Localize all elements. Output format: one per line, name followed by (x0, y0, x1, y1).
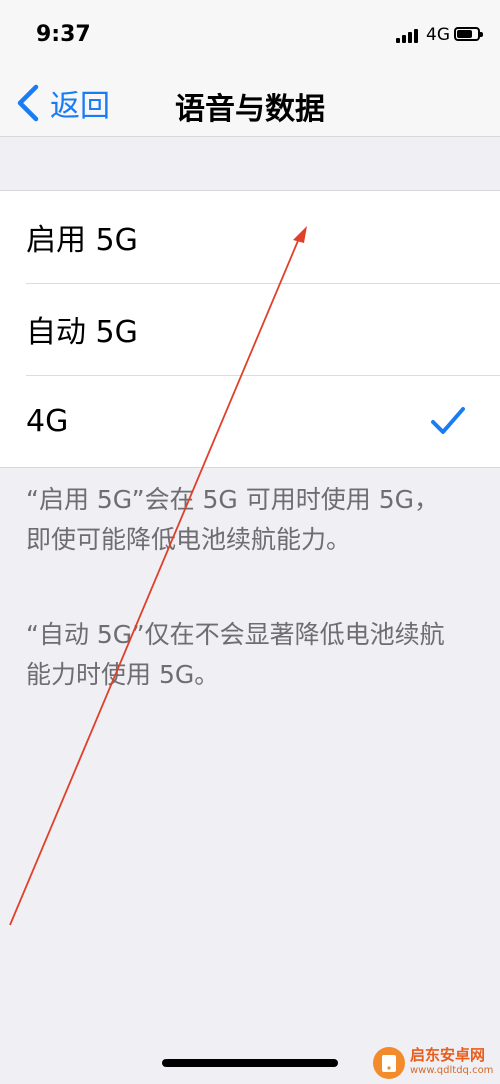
watermark-logo-icon (373, 1047, 405, 1079)
option-4g[interactable]: 4G (0, 375, 500, 467)
option-label: 自动 5G (26, 315, 138, 350)
battery-icon (454, 27, 483, 41)
navigation-bar: 返回 语音与数据 (0, 70, 500, 137)
option-label: 4G (26, 403, 69, 439)
home-indicator[interactable] (162, 1059, 338, 1067)
watermark-url: www.qdltdq.com (410, 1065, 494, 1076)
watermark-name: 启东安卓网 (410, 1046, 486, 1064)
footnote-enable-5g: “启用 5G”会在 5G 可用时使用 5G，即使可能降低电池续航能力。 (26, 485, 439, 554)
option-auto-5g[interactable]: 自动 5G (0, 283, 500, 375)
checkmark-icon (431, 407, 465, 434)
watermark: 启东安卓网 www.qdltdq.com (372, 1046, 493, 1080)
footnote-auto-5g: “自动 5G”仅在不会显著降低电池续航能力时使用 5G。 (26, 620, 445, 689)
options-list: 启用 5G 自动 5G 4G (0, 190, 500, 468)
page-title: 语音与数据 (175, 92, 325, 127)
status-bar: 9:37 4G (0, 0, 500, 70)
network-type: 4G (426, 25, 450, 45)
signal-icon (396, 27, 420, 43)
option-label: 启用 5G (26, 223, 138, 258)
option-enable-5g[interactable]: 启用 5G (0, 191, 500, 283)
status-time: 9:37 (36, 22, 91, 47)
